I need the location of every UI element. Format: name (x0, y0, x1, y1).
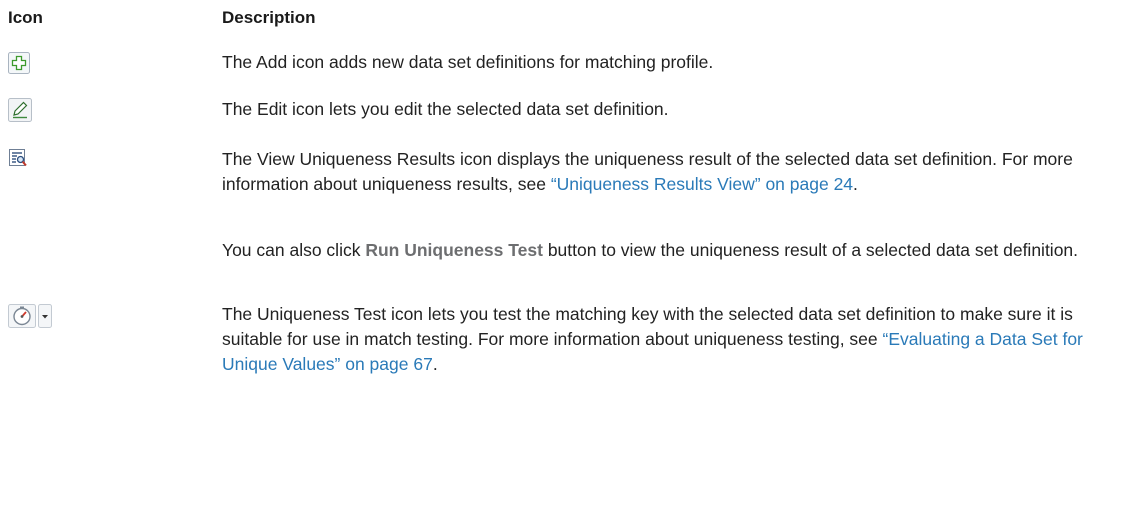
header-icon-column: Icon (8, 8, 43, 27)
view-uniqueness-description: The View Uniqueness Results icon display… (222, 147, 1102, 197)
uniqueness-results-view-link[interactable]: “Uniqueness Results View” on page 24 (551, 174, 853, 194)
add-description: The Add icon adds new data set definitio… (222, 52, 714, 72)
pencil-edit-icon (8, 98, 32, 127)
add-icon (8, 52, 30, 79)
edit-description: The Edit icon lets you edit the selected… (222, 99, 669, 119)
run-uniqueness-test-label: Run Uniqueness Test (365, 240, 543, 260)
note-text-b: button to view the uniqueness result of … (542, 240, 1079, 260)
run-uniqueness-test-note: You can also click Run Uniqueness Test b… (222, 238, 1102, 263)
uniqueness-test-description: The Uniqueness Test icon lets you test t… (222, 302, 1102, 377)
header-description-column: Description (222, 8, 316, 27)
uniqueness-test-button-group (8, 304, 52, 333)
test-desc-period: . (432, 354, 438, 374)
note-text-a: You can also click (222, 240, 366, 260)
view-uniqueness-results-icon (8, 148, 28, 173)
dropdown-arrow-icon (38, 304, 52, 333)
view-desc-period: . (853, 174, 858, 194)
uniqueness-test-gauge-icon (8, 304, 36, 333)
